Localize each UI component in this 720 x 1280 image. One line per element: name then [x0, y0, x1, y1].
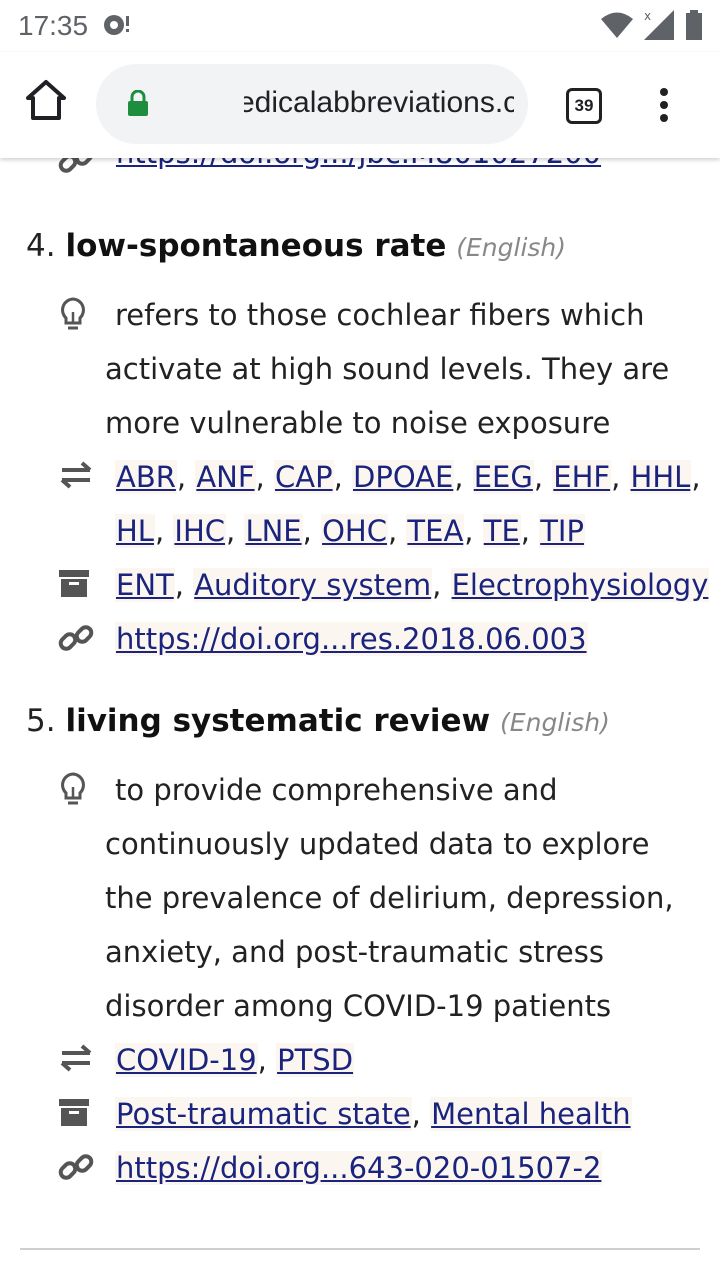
category-list: Post-traumatic state, Mental health	[115, 1097, 632, 1131]
related-link[interactable]: TIP	[539, 514, 585, 548]
svg-text:x: x	[644, 9, 651, 23]
lightbulb-icon	[58, 771, 94, 807]
entry-definition: to provide comprehensive and continuousl…	[105, 773, 674, 1023]
home-icon	[26, 80, 66, 120]
entry-number: 4.	[26, 228, 56, 264]
related-link[interactable]: COVID-19	[115, 1043, 258, 1077]
related-link[interactable]: ABR	[115, 460, 177, 494]
swap-arrows-icon	[58, 1043, 94, 1079]
related-link[interactable]: EHF	[552, 460, 612, 494]
related-link[interactable]: LNE	[244, 514, 303, 548]
archive-box-icon	[58, 568, 94, 604]
lightbulb-icon	[58, 296, 94, 332]
entry-heading: 5. living systematic review (English)	[26, 703, 610, 739]
cell-signal-icon: x	[642, 8, 678, 47]
link-icon	[58, 158, 94, 182]
overflow-menu-button[interactable]	[656, 88, 672, 128]
url-text: edicalabbreviations.com	[244, 86, 514, 119]
related-link[interactable]: PTSD	[276, 1043, 355, 1077]
entry-heading: 4. low-spontaneous rate (English)	[26, 228, 566, 264]
entry-number: 5.	[26, 703, 56, 739]
link-icon	[58, 1149, 94, 1185]
related-link[interactable]: ANF	[195, 460, 256, 494]
related-link[interactable]: CAP	[273, 460, 334, 494]
notification-icon	[102, 12, 130, 43]
entry-term: living systematic review	[65, 703, 491, 739]
category-link[interactable]: Auditory system	[193, 568, 433, 602]
related-link[interactable]: OHC	[321, 514, 388, 548]
address-bar[interactable]: edicalabbreviations.com	[96, 64, 528, 144]
related-abbreviations: ABR, ANF, CAP, DPOAE, EEG, EHF, HHL, HL, …	[115, 460, 701, 548]
source-link[interactable]: https://doi.org.../jbc.M801027200	[116, 158, 601, 170]
source-row: https://doi.org...res.2018.06.003	[105, 612, 715, 666]
category-link[interactable]: ENT	[115, 568, 175, 602]
entry-definition: refers to those cochlear fibers which ac…	[105, 298, 670, 440]
divider	[20, 1248, 700, 1250]
archive-box-icon	[58, 1097, 94, 1133]
related-link[interactable]: TEA	[406, 514, 465, 548]
source-row: https://doi.org...643-020-01507-2	[105, 1141, 715, 1195]
related-link[interactable]: HHL	[629, 460, 692, 494]
lock-icon	[128, 89, 148, 120]
swap-arrows-icon	[58, 460, 94, 496]
status-bar: 17:35 x	[0, 0, 720, 52]
wifi-icon	[600, 10, 634, 45]
related-abbreviations: COVID-19, PTSD	[115, 1043, 355, 1077]
category-link[interactable]: Electrophysiology	[450, 568, 710, 602]
related-link[interactable]: DPOAE	[352, 460, 455, 494]
related-link[interactable]: IHC	[173, 514, 227, 548]
category-link[interactable]: Post-traumatic state	[115, 1097, 412, 1131]
category-link[interactable]: Mental health	[430, 1097, 632, 1131]
related-link[interactable]: EEG	[472, 460, 534, 494]
browser-toolbar: edicalabbreviations.com 39	[0, 52, 720, 158]
status-time: 17:35	[18, 10, 89, 41]
entry-term: low-spontaneous rate	[65, 228, 447, 264]
entry-language: (English)	[456, 233, 567, 262]
source-link[interactable]: https://doi.org...643-020-01507-2	[115, 1151, 603, 1185]
tab-switcher-button[interactable]: 39	[566, 88, 602, 124]
related-link[interactable]: TE	[482, 514, 521, 548]
page-content: https://doi.org.../jbc.M801027200 4. low…	[0, 158, 720, 1280]
battery-icon	[686, 10, 702, 45]
source-link[interactable]: https://doi.org...res.2018.06.003	[115, 622, 588, 656]
category-list: ENT, Auditory system, Electrophysiology	[115, 568, 710, 602]
related-link[interactable]: HL	[115, 514, 155, 548]
home-button[interactable]	[24, 78, 72, 130]
entry-language: (English)	[500, 708, 610, 737]
link-icon	[58, 620, 94, 656]
